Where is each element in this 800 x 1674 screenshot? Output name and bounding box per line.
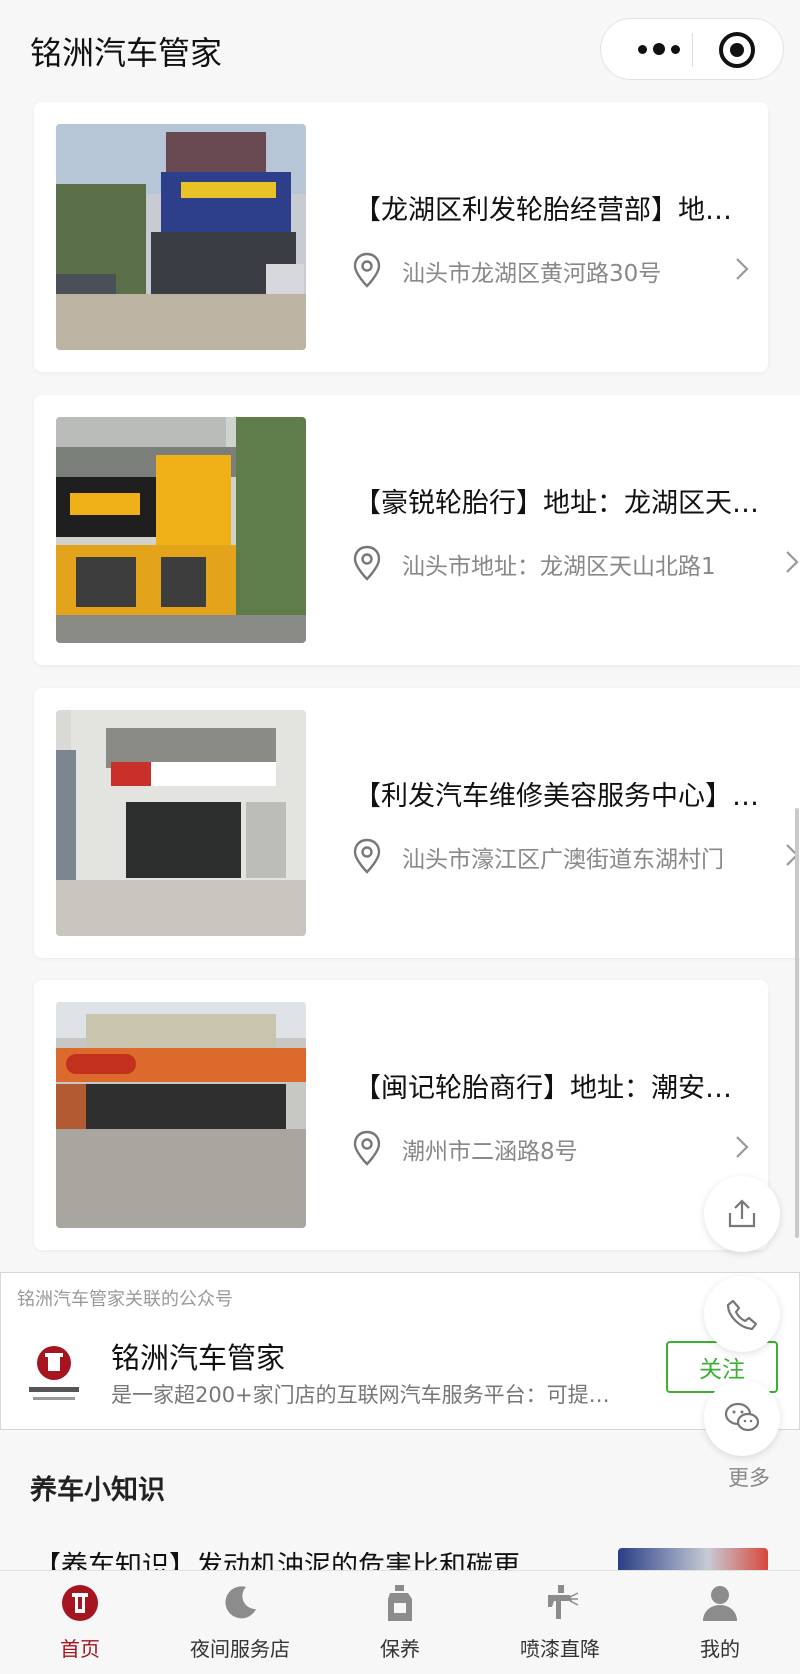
store-card[interactable]: 【龙湖区利发轮胎经营部】地… 汕头市龙湖区黄河路30号 — [34, 102, 768, 372]
official-account-name: 铭洲汽车管家 — [111, 1341, 286, 1375]
phone-icon — [726, 1299, 758, 1331]
location-pin-icon — [353, 545, 381, 581]
spray-gun-icon — [548, 1585, 579, 1619]
miniprogram-capsule — [600, 18, 784, 80]
tab-home[interactable]: 首页 — [0, 1571, 160, 1674]
moon-icon — [225, 1586, 256, 1619]
tab-label: 我的 — [700, 1637, 740, 1661]
store-photo — [56, 710, 306, 936]
home-logo-icon — [62, 1585, 98, 1621]
share-icon — [728, 1199, 756, 1228]
wechat-icon — [724, 1402, 760, 1432]
brand-logo-icon — [29, 1346, 79, 1400]
tab-maintenance[interactable]: 保养 — [320, 1571, 480, 1674]
store-card[interactable]: 【利发汽车维修美容服务中心】… 汕头市濠江区广澳街道东湖村门 — [34, 688, 800, 958]
location-pin-icon — [353, 252, 381, 288]
tab-night-service[interactable]: 夜间服务店 — [160, 1571, 320, 1674]
official-account-caption: 铭洲汽车管家关联的公众号 — [17, 1289, 233, 1310]
store-address: 汕头市龙湖区黄河路30号 — [402, 261, 662, 287]
nav-header: 铭洲汽车管家 — [0, 0, 800, 100]
chevron-right-icon — [786, 551, 799, 573]
oil-bottle-icon — [388, 1585, 412, 1621]
scrollbar[interactable] — [795, 808, 799, 1238]
chevron-right-icon — [736, 258, 749, 280]
share-button[interactable] — [704, 1176, 780, 1252]
store-name: 【利发汽车维修美容服务中心】… — [354, 781, 759, 812]
capsule-divider — [692, 33, 693, 67]
bottom-tab-bar: 首页 夜间服务店 保养 喷漆直降 我的 — [0, 1570, 800, 1674]
official-account-description: 是一家超200+家门店的互联网汽车服务平台：可提… — [111, 1383, 610, 1407]
tab-label: 保养 — [380, 1637, 420, 1661]
location-pin-icon — [353, 838, 381, 874]
phone-button[interactable] — [704, 1276, 780, 1352]
official-account-card[interactable]: 铭洲汽车管家关联的公众号 铭洲汽车管家 是一家超200+家门店的互联网汽车服务平… — [0, 1272, 800, 1430]
store-name: 【豪锐轮胎行】地址：龙湖区天… — [354, 488, 759, 519]
chevron-right-icon — [736, 1136, 749, 1158]
tab-label: 喷漆直降 — [520, 1637, 600, 1661]
store-name: 【龙湖区利发轮胎经营部】地… — [354, 195, 732, 226]
user-icon — [703, 1586, 737, 1621]
store-photo — [56, 124, 306, 350]
store-photo — [56, 417, 306, 643]
tab-paint-discount[interactable]: 喷漆直降 — [480, 1571, 640, 1674]
store-card[interactable]: 【闽记轮胎商行】地址：潮安… 潮州市二涵路8号 — [34, 980, 768, 1250]
more-options-button[interactable] — [629, 19, 689, 79]
tab-profile[interactable]: 我的 — [640, 1571, 800, 1674]
store-address: 潮州市二涵路8号 — [402, 1139, 578, 1165]
tab-label: 首页 — [60, 1637, 100, 1661]
store-name: 【闽记轮胎商行】地址：潮安… — [354, 1073, 732, 1104]
location-pin-icon — [353, 1130, 381, 1166]
section-title: 养车小知识 — [30, 1475, 165, 1506]
tab-label: 夜间服务店 — [190, 1637, 290, 1661]
more-link[interactable]: 更多 — [728, 1462, 770, 1492]
page-title: 铭洲汽车管家 — [30, 34, 223, 72]
close-miniprogram-button[interactable] — [719, 32, 755, 68]
store-photo — [56, 1002, 306, 1228]
wechat-contact-button[interactable] — [704, 1380, 780, 1456]
store-card[interactable]: 【豪锐轮胎行】地址：龙湖区天… 汕头市地址：龙湖区天山北路1 — [34, 395, 800, 665]
store-address: 汕头市地址：龙湖区天山北路1 — [402, 554, 716, 580]
store-address: 汕头市濠江区广澳街道东湖村门 — [402, 847, 724, 873]
